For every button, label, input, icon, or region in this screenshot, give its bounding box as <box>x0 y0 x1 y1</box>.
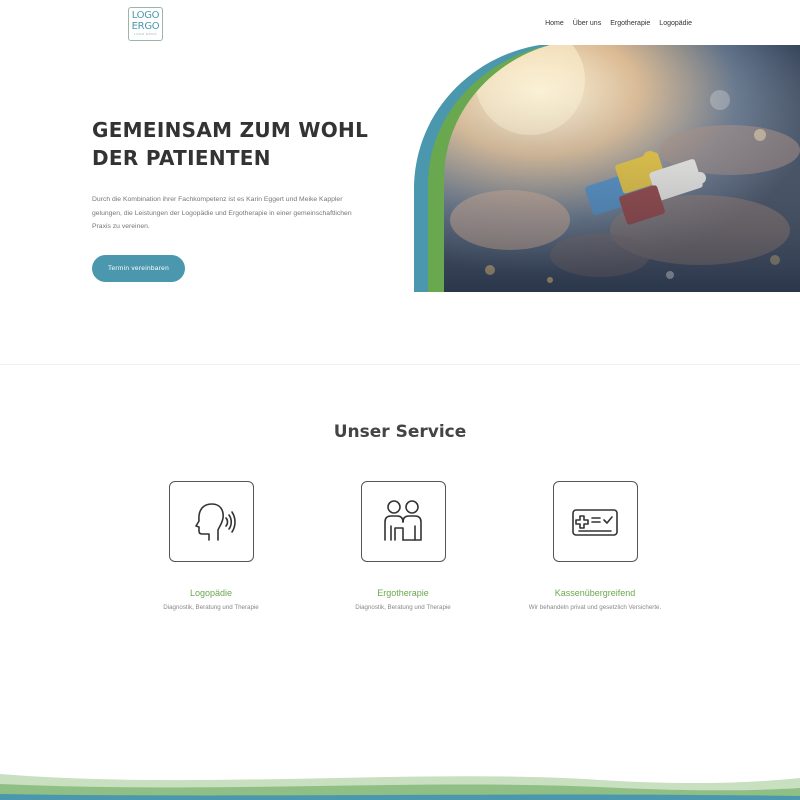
nav-item-ergotherapie[interactable]: Ergotherapie <box>610 20 650 27</box>
nav-item-logopaedie[interactable]: Logopädie <box>659 20 692 27</box>
main-navigation: Home Über uns Ergotherapie Logopädie <box>545 20 692 27</box>
service-icon-box <box>552 481 638 562</box>
services-title: Unser Service <box>333 422 467 442</box>
service-title: Ergotherapie <box>377 588 429 598</box>
site-header: LOGO ERGO LOGO ERGO Home Über uns Ergoth… <box>0 0 800 44</box>
service-description: Diagnostik, Beratung und Therapie <box>163 604 259 611</box>
logo-line-2: ERGO <box>131 21 160 32</box>
footer-wave <box>0 774 800 800</box>
appointment-button[interactable]: Termin vereinbaren <box>92 255 185 282</box>
speaking-head-icon <box>195 502 236 541</box>
hero-description: Durch die Kombination ihrer Fachkompeten… <box>92 196 352 230</box>
insurance-card-icon <box>572 508 618 536</box>
service-icon-box <box>360 481 446 562</box>
two-people-icon <box>384 499 422 541</box>
hero-title: GEMEINSAM ZUM WOHL DER PATIENTEN <box>92 118 369 170</box>
service-card-logopaedie[interactable]: Logopädie Diagnostik, Beratung und Thera… <box>111 481 311 611</box>
logo-line-1: LOGO <box>131 10 160 21</box>
service-icon-box <box>168 481 254 562</box>
logo-tagline: LOGO ERGO <box>134 32 157 36</box>
hero-image <box>414 45 800 292</box>
section-divider <box>0 364 800 365</box>
service-description: Wir behandeln privat und gesetzlich Vers… <box>528 604 662 611</box>
service-title: Logopädie <box>189 588 233 598</box>
nav-item-home[interactable]: Home <box>545 20 564 27</box>
service-description: Diagnostik, Beratung und Therapie <box>355 604 451 611</box>
nav-item-ueber-uns[interactable]: Über uns <box>573 20 601 27</box>
service-card-ergotherapie[interactable]: Ergotherapie Diagnostik, Beratung und Th… <box>303 481 503 611</box>
service-title: Kassenübergreifend <box>554 588 636 598</box>
site-logo[interactable]: LOGO ERGO LOGO ERGO <box>128 7 163 41</box>
service-card-kassenuebergreifend[interactable]: Kassenübergreifend Wir behandeln privat … <box>495 481 695 611</box>
